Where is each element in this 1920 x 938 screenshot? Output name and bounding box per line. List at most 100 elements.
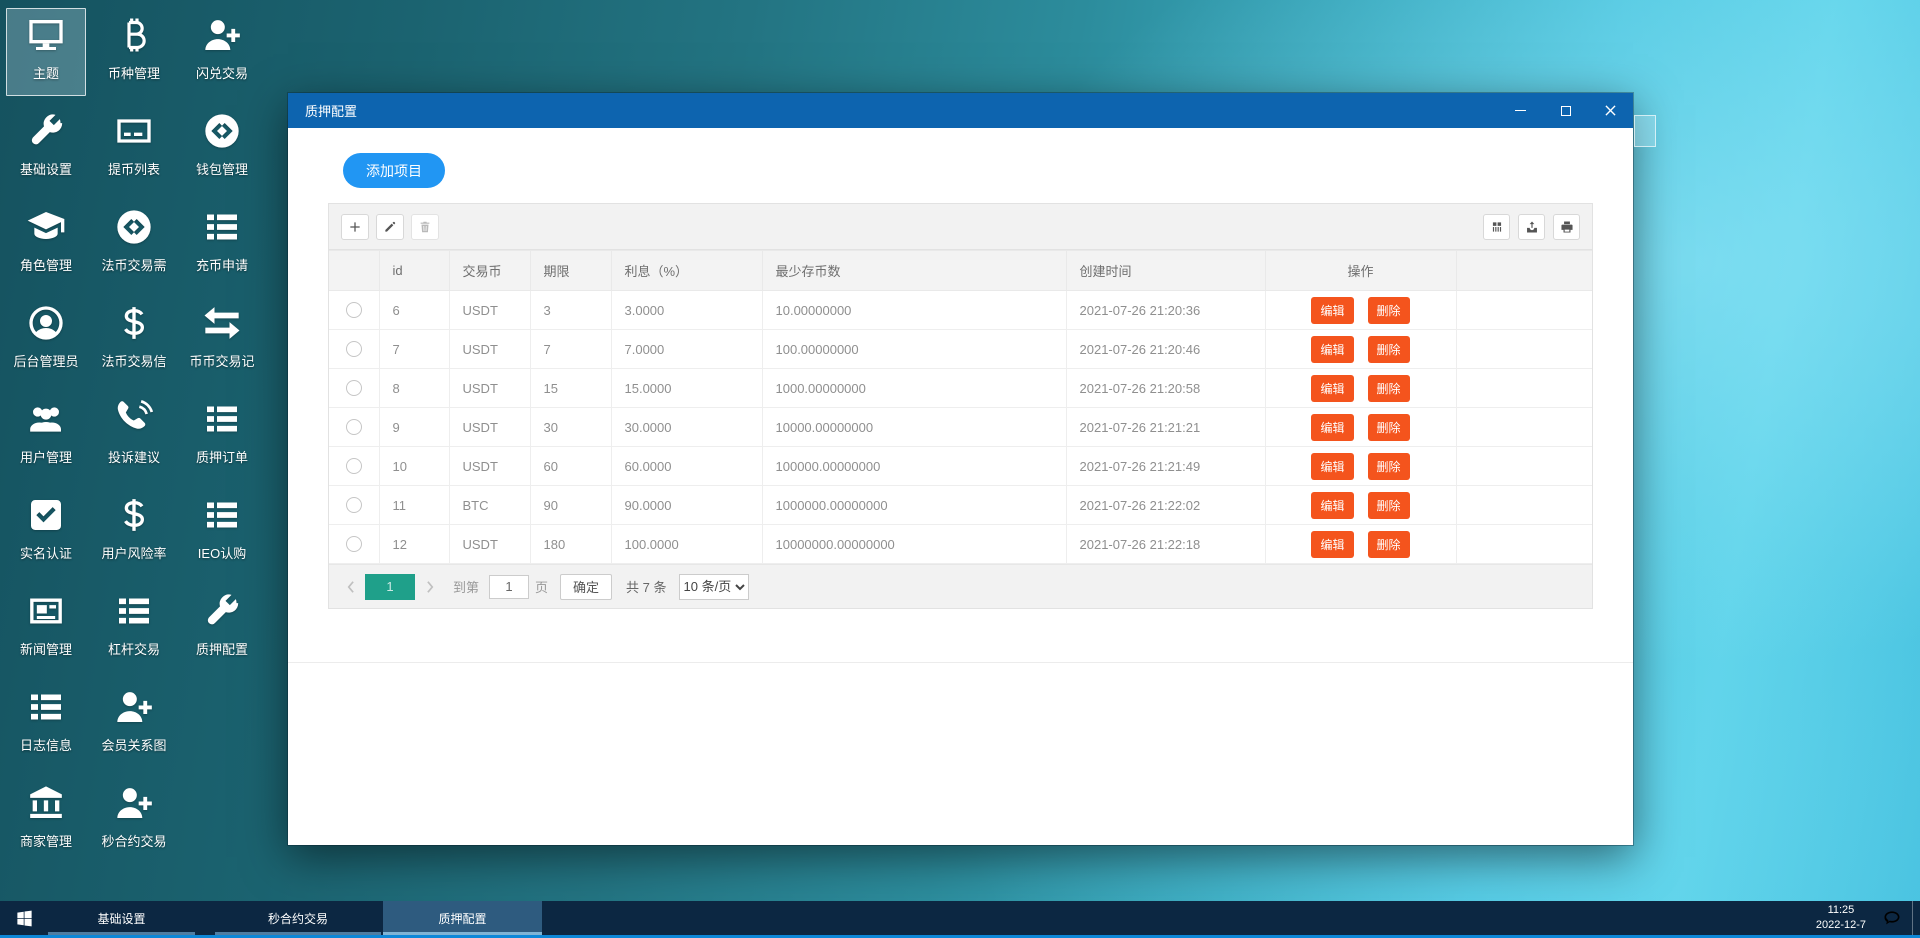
trash-button[interactable] [411,213,439,240]
prev-page-button[interactable] [343,580,357,594]
page-number-input[interactable] [489,574,530,599]
window-titlebar[interactable]: 质押配置 [288,93,1633,128]
edit-row-button[interactable]: 编辑 [1311,452,1354,480]
desktop-item[interactable]: 钱包管理 [182,104,262,192]
pagination-bar: 1 到第 页 确定 共 7 条 10 条/页 [329,564,1592,608]
delete-row-button[interactable]: 删除 [1367,530,1410,558]
chevron-left-icon [346,580,355,594]
pencil-button[interactable] [376,213,404,240]
edit-row-button[interactable]: 编辑 [1311,335,1354,363]
id-cell: 7 [378,329,450,369]
confirm-page-button[interactable]: 确定 [560,573,613,600]
maximize-button[interactable] [1543,93,1588,128]
taskbar-item[interactable]: 秒合约交易 [215,901,381,935]
desktop-item[interactable]: 会员关系图 [94,680,174,768]
row-radio[interactable] [345,497,362,514]
show-desktop-button[interactable] [1912,901,1920,935]
desktop-item[interactable]: 秒合约交易 [94,776,174,864]
edit-row-button[interactable]: 编辑 [1311,491,1354,519]
desktop-item[interactable]: 后台管理员 [6,296,86,384]
table-row[interactable]: 11 BTC 90 90.0000 1000000.00000000 2021-07-26… [329,485,1592,525]
id-cell: 6 [378,290,450,330]
delete-row-button[interactable]: 删除 [1367,374,1410,402]
row-radio[interactable] [345,341,362,358]
desktop-item[interactable]: 新闻管理 [6,584,86,672]
desktop-item[interactable]: 提币列表 [94,104,174,192]
row-radio[interactable] [345,536,362,553]
printer-button[interactable] [1553,213,1580,240]
current-page-button[interactable]: 1 [365,573,415,600]
next-page-button[interactable] [423,580,437,594]
desktop-item[interactable]: 币币交易记 [182,296,262,384]
taskbar-item[interactable]: 质押配置 [383,901,542,935]
desktop-item[interactable]: 质押配置 [182,584,262,672]
action-center-button[interactable] [1882,908,1902,928]
table-row[interactable]: 7 USDT 7 7.0000 100.00000000 2021-07-26 21:20… [329,329,1592,369]
close-button[interactable] [1588,93,1633,128]
desktop-item[interactable]: 角色管理 [6,200,86,288]
desktop-item-label: 法币交易需 [101,258,167,273]
page-size-select[interactable]: 10 条/页 [678,573,749,600]
table-row[interactable]: 12 USDT 180 100.0000 10000000.00000000 2021-0… [329,524,1592,564]
coin-cell: USDT [448,290,531,330]
row-radio[interactable] [345,419,362,436]
export-icon [1525,220,1539,234]
edit-row-button[interactable]: 编辑 [1311,413,1354,441]
delete-row-button[interactable]: 删除 [1367,335,1410,363]
desktop-item[interactable]: 日志信息 [6,680,86,768]
edit-row-button[interactable]: 编辑 [1311,374,1354,402]
table-row[interactable]: 10 USDT 60 60.0000 100000.00000000 2021-07-26… [329,446,1592,486]
edit-row-button[interactable]: 编辑 [1311,530,1354,558]
list-icon [26,687,66,727]
minimize-button[interactable] [1498,93,1543,128]
spacer-column-header [1455,250,1592,291]
desktop-item-label: 杠杆交易 [107,642,160,657]
desktop-item[interactable]: IEO认购 [182,488,262,576]
desktop-item[interactable]: 基础设置 [6,104,86,192]
table-row[interactable]: 8 USDT 15 15.0000 1000.00000000 2021-07-26 21… [329,368,1592,408]
export-button[interactable] [1518,213,1545,240]
monitor-icon [26,15,66,55]
phone-icon [114,399,154,439]
delete-row-button[interactable]: 删除 [1367,491,1410,519]
columns-button[interactable] [1483,213,1510,240]
background-window-edge[interactable] [1634,115,1656,147]
table-row[interactable]: 9 USDT 30 30.0000 10000.00000000 2021-07-26 2… [329,407,1592,447]
plus-button[interactable] [341,213,369,240]
table-row[interactable]: 6 USDT 3 3.0000 10.00000000 2021-07-26 21:20:… [329,290,1592,330]
toolbar-left-group [341,213,446,240]
desktop-item[interactable]: 杠杆交易 [94,584,174,672]
grad-cap-icon [26,207,66,247]
row-radio[interactable] [345,458,362,475]
delete-row-button[interactable]: 删除 [1367,413,1410,441]
desktop-item[interactable]: 质押订单 [182,392,262,480]
created-cell: 2021-07-26 21:21:21 [1065,407,1266,447]
desktop-item[interactable]: 闪兑交易 [182,8,262,96]
desktop-item[interactable]: 币种管理 [94,8,174,96]
plus-icon [348,220,362,234]
chat-bubble-icon [1882,908,1902,928]
start-button[interactable] [0,901,48,935]
row-radio[interactable] [345,302,362,319]
add-project-button[interactable]: 添加项目 [343,153,445,188]
desktop-item[interactable]: 投诉建议 [94,392,174,480]
desktop-item[interactable]: 充币申请 [182,200,262,288]
taskbar-item[interactable]: 基础设置 [48,901,195,935]
desktop-item[interactable]: 用户风险率 [94,488,174,576]
row-radio[interactable] [345,380,362,397]
desktop-item[interactable]: 实名认证 [6,488,86,576]
desktop-item[interactable]: 商家管理 [6,776,86,864]
desktop-item[interactable]: 法币交易需 [94,200,174,288]
min_deposit-cell: 1000000.00000000 [761,485,1067,525]
delete-row-button[interactable]: 删除 [1367,452,1410,480]
desktop-item-label: 实名认证 [19,546,72,561]
edit-row-button[interactable]: 编辑 [1311,296,1354,324]
taskbar-clock[interactable]: 11:25 2022-12-7 [1816,903,1866,933]
pledge-config-window: 质押配置 添加项目 id 交易币 期限 利息（%） 最少存币数 创建时间 操作 … [288,93,1633,845]
desktop-item[interactable]: 主题 [6,8,86,96]
desktop-item[interactable]: 用户管理 [6,392,86,480]
delete-row-button[interactable]: 删除 [1367,296,1410,324]
radio-cell [329,446,380,486]
period-cell: 30 [529,407,612,447]
desktop-item[interactable]: 法币交易信 [94,296,174,384]
